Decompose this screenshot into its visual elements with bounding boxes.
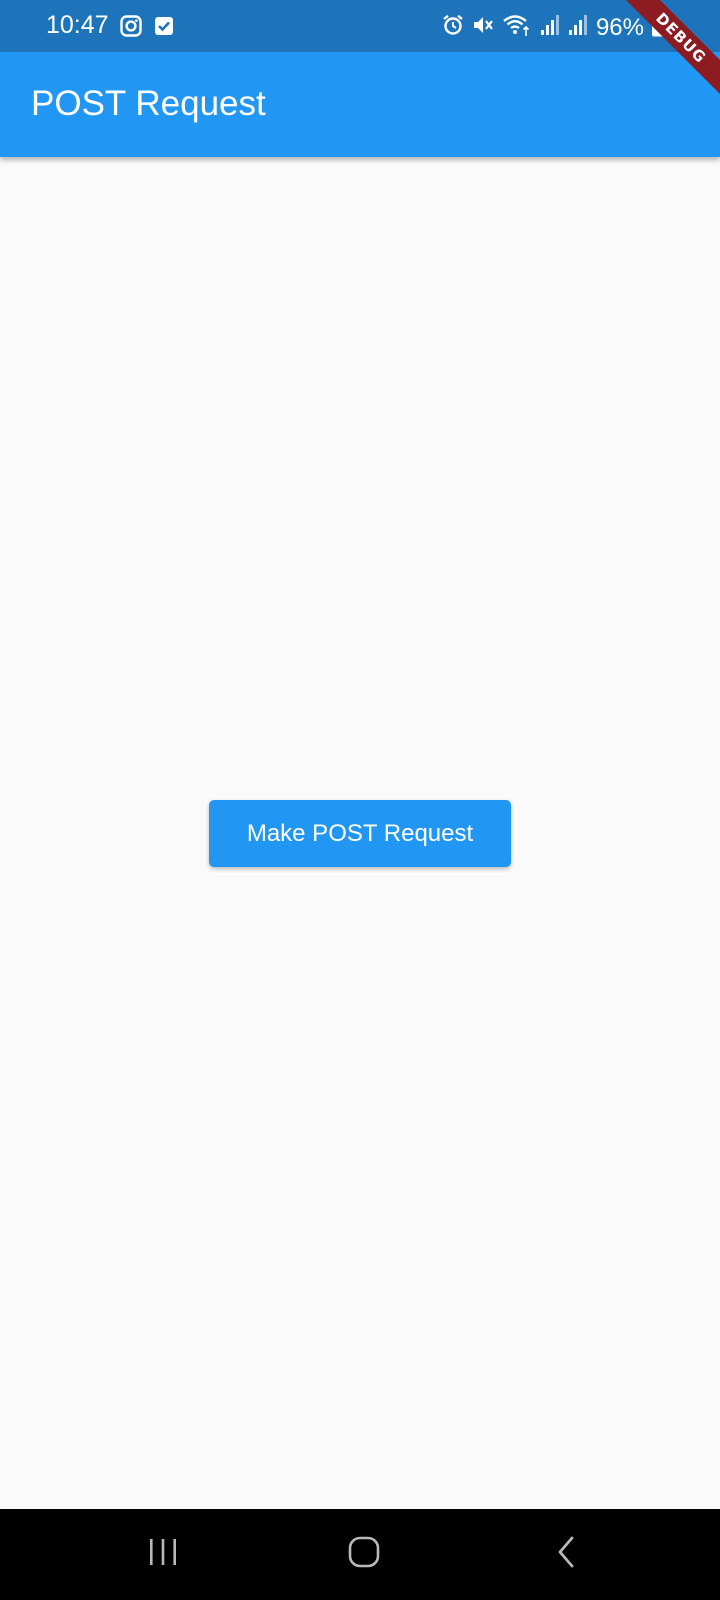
page-title: POST Request [31, 84, 266, 123]
main-content: Make POST Request [0, 157, 720, 1509]
status-bar: 10:47 96% [0, 0, 720, 52]
battery-charging-icon [652, 13, 666, 42]
signal-icon [540, 14, 560, 41]
recent-apps-icon [146, 1537, 180, 1572]
app-bar: POST Request [0, 52, 720, 157]
wifi-icon [502, 13, 532, 42]
alarm-icon [442, 14, 464, 41]
battery-percentage: 96% [595, 13, 644, 41]
back-icon [554, 1535, 578, 1574]
status-time: 10:47 [46, 11, 109, 39]
back-button[interactable] [541, 1531, 591, 1577]
status-system-icons: 96% [442, 13, 666, 42]
home-button[interactable] [339, 1531, 389, 1577]
recent-apps-button[interactable] [138, 1531, 188, 1577]
make-post-request-button[interactable]: Make POST Request [209, 800, 511, 867]
signal-icon [568, 14, 588, 41]
system-navigation-bar [0, 1509, 720, 1600]
status-notification-icons [120, 15, 174, 42]
home-icon [347, 1535, 381, 1574]
check-box-icon [154, 15, 174, 42]
mute-icon [472, 14, 494, 41]
instagram-icon [120, 15, 142, 42]
